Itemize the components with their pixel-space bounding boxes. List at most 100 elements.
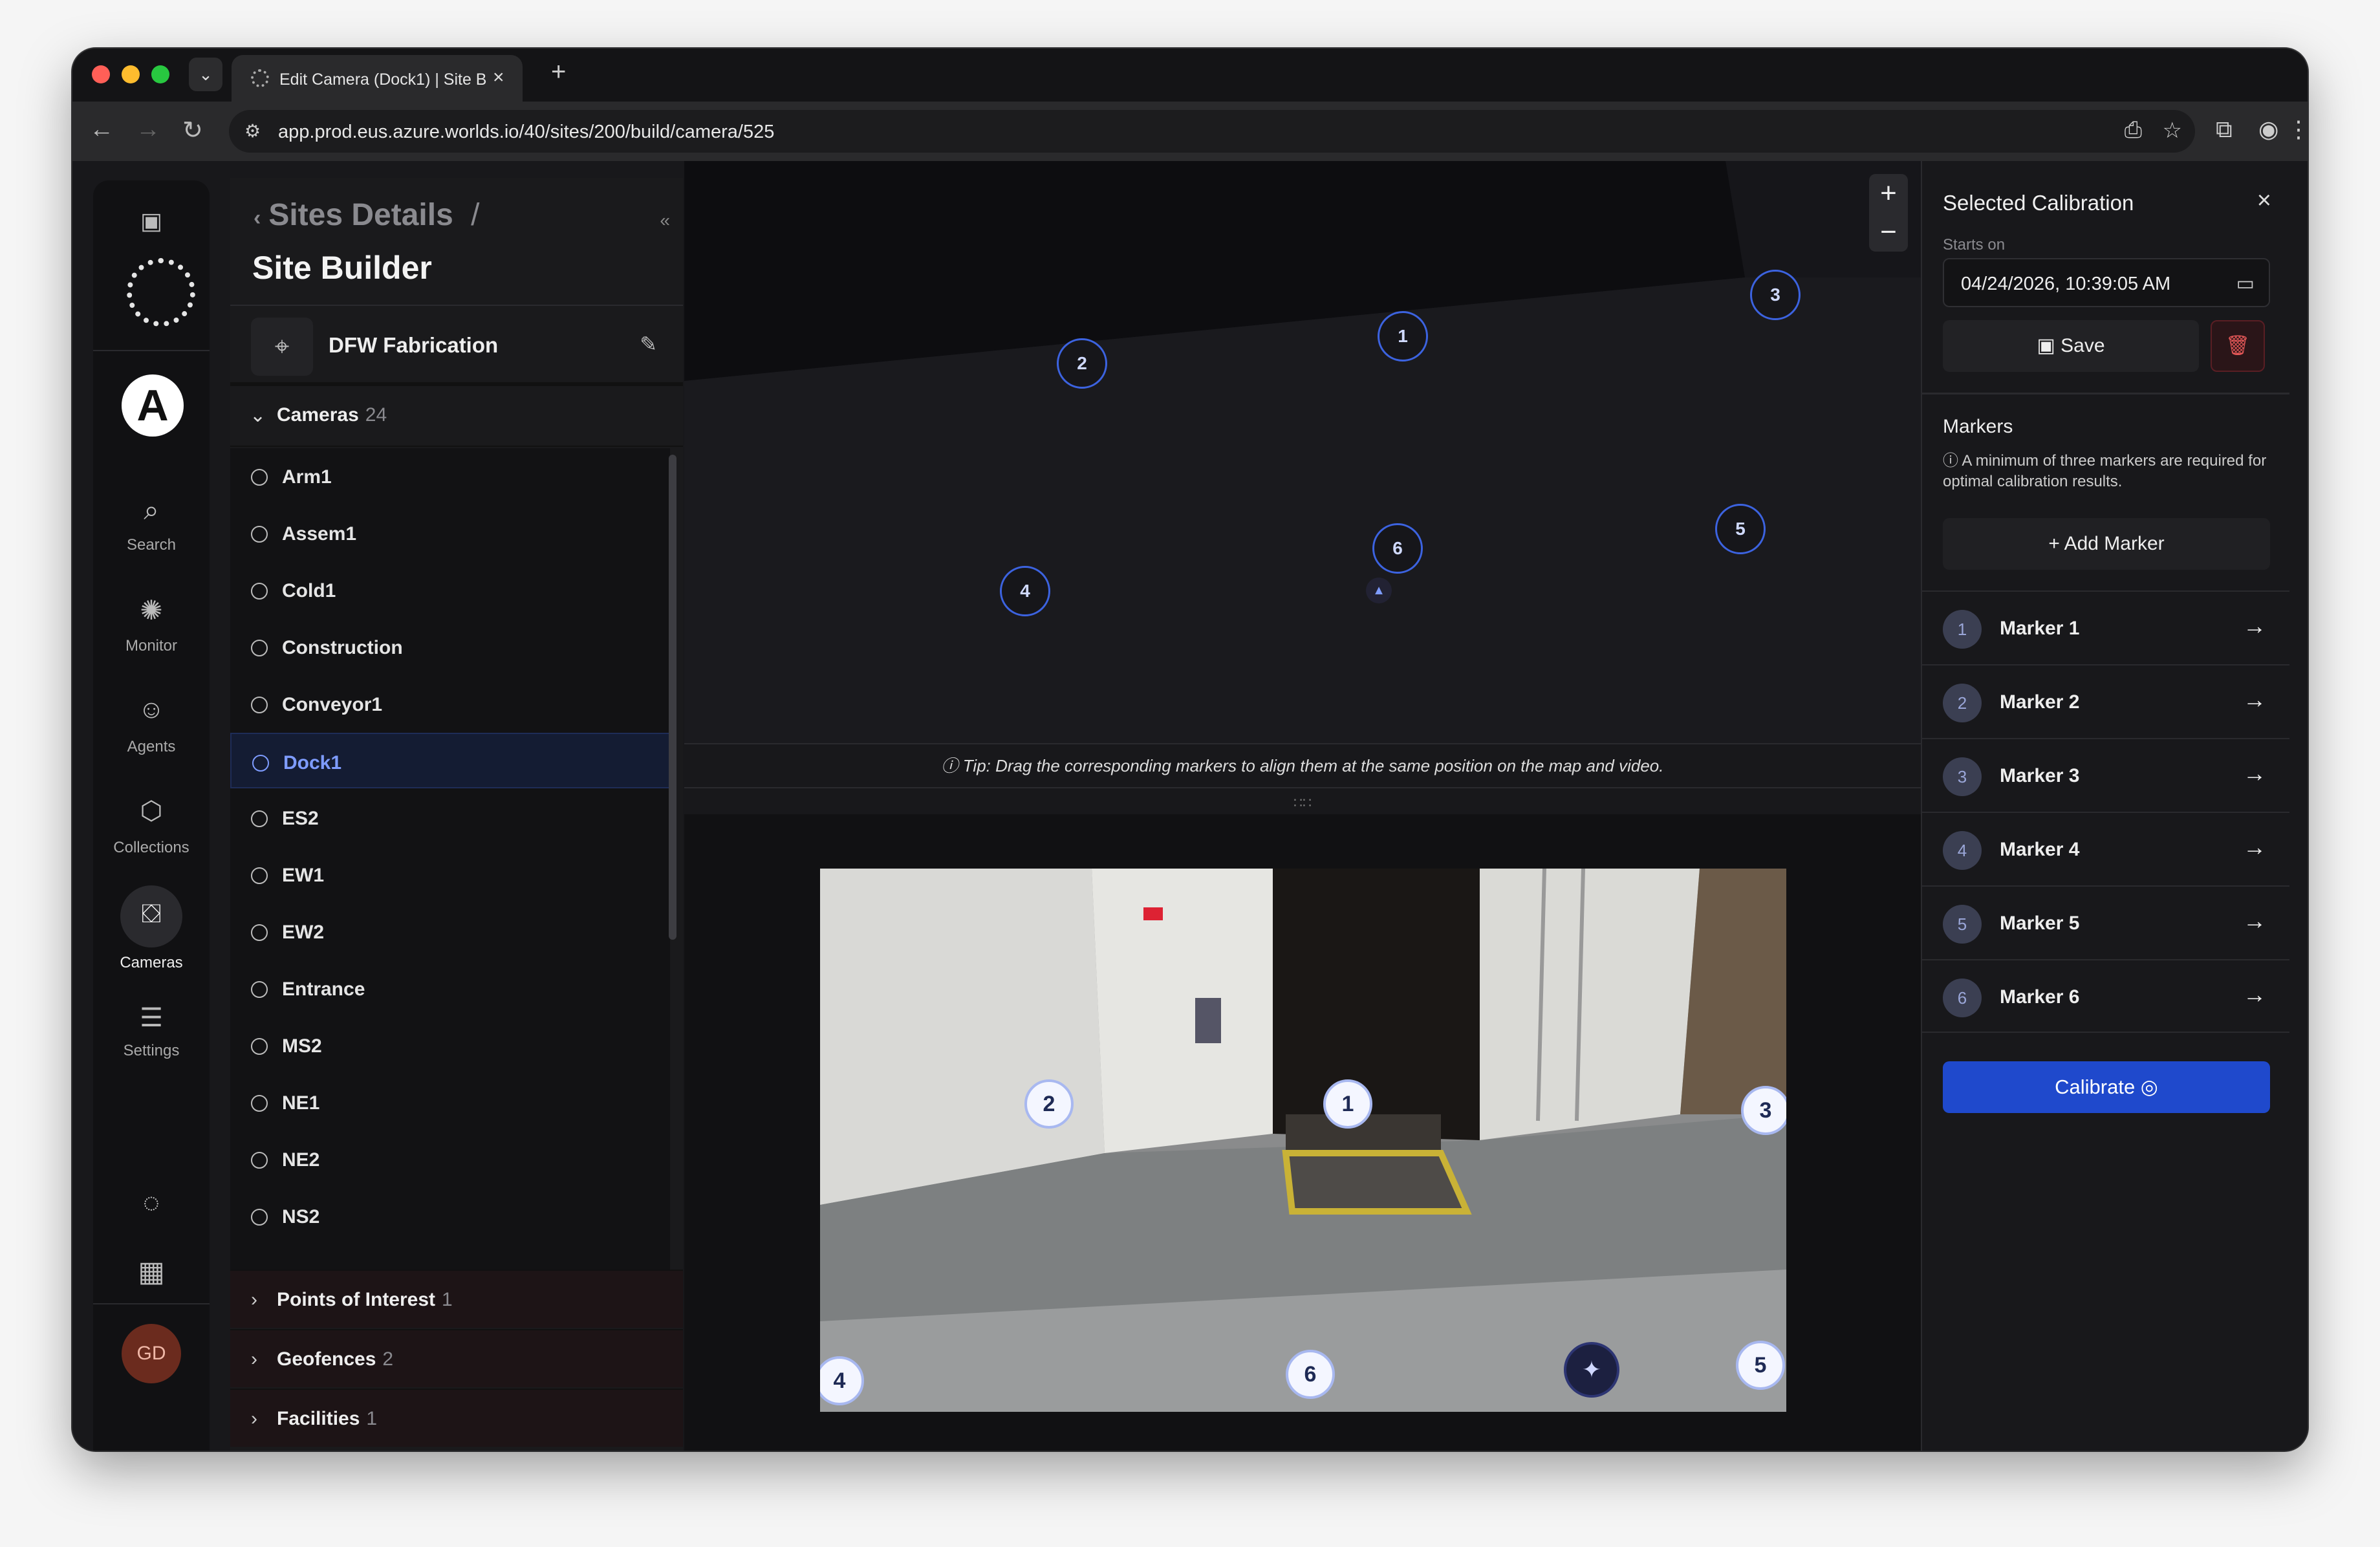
site-settings-icon[interactable]: ⚙ (244, 120, 261, 142)
arrow-right-icon[interactable]: → (2243, 612, 2266, 640)
loading-icon[interactable]: ◌ (93, 1187, 210, 1219)
camera-name: Entrance (282, 979, 365, 1000)
marker-row[interactable]: 2 Marker 2 → (1922, 664, 2289, 738)
user-avatar[interactable]: GD (122, 1324, 181, 1383)
reload-icon[interactable]: ↻ (182, 116, 203, 145)
map-marker-1[interactable]: 1 (1378, 311, 1428, 362)
ai-assistant-button[interactable]: ✦ (1564, 1342, 1619, 1398)
rail-label-collections[interactable]: Collections (93, 839, 210, 857)
arrow-right-icon[interactable]: → (2243, 686, 2266, 713)
resize-handle[interactable]: ∷∷ (684, 795, 1921, 812)
tab-search-button[interactable]: ⌄ (189, 58, 222, 91)
starts-on-datetime-input[interactable]: 04/24/2026, 10:39:05 AM ▭ (1943, 258, 2270, 307)
section-count: 1 (366, 1408, 378, 1429)
bookmark-star-icon[interactable]: ☆ (2163, 118, 2182, 144)
camera-item[interactable]: NE1 (230, 1074, 670, 1130)
profile-icon[interactable]: ◉ (2258, 116, 2278, 143)
calibrate-button[interactable]: Calibrate ◎ (1943, 1061, 2270, 1113)
tip-text: Tip: Drag the corresponding markers to a… (962, 756, 1664, 775)
camera-item[interactable]: Arm1 (230, 448, 670, 504)
map-marker-6[interactable]: 6 (1372, 523, 1423, 574)
camera-item[interactable]: EW1 (230, 847, 670, 902)
building-icon[interactable]: ▦ (93, 1255, 210, 1288)
map-view[interactable]: + − 1 2 3 4 5 6 ▲ (684, 161, 1921, 743)
marker-row[interactable]: 1 Marker 1 → (1922, 590, 2289, 664)
zoom-out-button[interactable]: − (1869, 213, 1908, 252)
marker-row[interactable]: 5 Marker 5 → (1922, 885, 2289, 959)
browser-tab[interactable]: Edit Camera (Dock1) | Site Bu × (232, 55, 523, 102)
cube-icon[interactable]: ⬡ (93, 796, 210, 826)
arrow-right-icon[interactable]: → (2243, 981, 2266, 1008)
close-window-button[interactable] (92, 65, 110, 83)
camera-item[interactable]: MS2 (230, 1017, 670, 1073)
camera-position-icon[interactable]: ▲ (1366, 578, 1392, 603)
robot-icon[interactable]: ☺ (93, 695, 210, 724)
map-marker-5[interactable]: 5 (1715, 504, 1766, 554)
video-marker-3[interactable]: 3 (1741, 1086, 1786, 1135)
org-logo-icon[interactable]: A (122, 374, 184, 437)
browser-menu-icon[interactable]: ⋮ (2287, 116, 2308, 143)
camera-item-selected[interactable]: Dock1 (230, 733, 670, 788)
marker-row[interactable]: 4 Marker 4 → (1922, 812, 2289, 885)
camera-item[interactable]: Entrance (230, 960, 670, 1016)
breadcrumb-sites-details[interactable]: Sites Details (268, 198, 453, 232)
arrow-right-icon[interactable]: → (2243, 907, 2266, 935)
video-marker-6[interactable]: 6 (1286, 1350, 1335, 1399)
camera-item[interactable]: NE2 (230, 1131, 670, 1187)
delete-calibration-button[interactable]: 🗑 (2211, 320, 2265, 372)
minimize-window-button[interactable] (122, 65, 140, 83)
camera-item[interactable]: Assem1 (230, 505, 670, 561)
site-selector[interactable]: ⌖ DFW Fabrication ✎ (230, 305, 683, 386)
camera-item[interactable]: Conveyor1 (230, 676, 670, 731)
map-marker-2[interactable]: 2 (1057, 338, 1107, 389)
search-icon[interactable]: ⌕ (93, 495, 210, 526)
camera-item[interactable]: Cold1 (230, 562, 670, 618)
camera-list-scrollbar[interactable] (669, 455, 676, 940)
toggle-sidebar-icon[interactable]: ▣ (93, 208, 210, 235)
camera-icon[interactable]: ⛋ (93, 900, 210, 929)
rail-label-settings[interactable]: Settings (93, 1042, 210, 1060)
close-tab-icon[interactable]: × (493, 67, 504, 89)
map-marker-4[interactable]: 4 (1000, 566, 1050, 616)
video-marker-2[interactable]: 2 (1024, 1079, 1074, 1129)
maximize-window-button[interactable] (151, 65, 169, 83)
install-app-icon[interactable]: ⎙ (2125, 118, 2142, 143)
video-marker-5[interactable]: 5 (1736, 1341, 1785, 1390)
arrow-right-icon[interactable]: → (2243, 834, 2266, 861)
points-of-interest-section[interactable]: › Points of Interest 1 (230, 1270, 683, 1328)
camera-item[interactable]: EW2 (230, 903, 670, 959)
rail-label-agents[interactable]: Agents (93, 738, 210, 756)
monitor-icon[interactable]: ✺ (93, 594, 210, 626)
geofences-section[interactable]: › Geofences 2 (230, 1329, 683, 1387)
rail-label-cameras[interactable]: Cameras (93, 954, 210, 972)
camera-item[interactable]: NS2 (230, 1188, 670, 1244)
arrow-right-icon[interactable]: → (2243, 760, 2266, 787)
rail-label-search[interactable]: Search (93, 536, 210, 554)
marker-row[interactable]: 6 Marker 6 → (1922, 959, 2289, 1033)
camera-video-frame[interactable]: 1 2 3 4 5 6 (820, 869, 1786, 1412)
cameras-section-header[interactable]: ⌄ Cameras 24 (230, 386, 683, 447)
back-icon[interactable]: ← (89, 116, 114, 144)
camera-item[interactable]: ES2 (230, 790, 670, 845)
new-tab-button[interactable]: + (551, 58, 566, 87)
camera-item[interactable]: Construction (230, 619, 670, 675)
video-marker-1[interactable]: 1 (1323, 1079, 1372, 1129)
map-marker-3[interactable]: 3 (1750, 270, 1801, 320)
rail-label-monitor[interactable]: Monitor (93, 637, 210, 655)
edit-site-icon[interactable]: ✎ (640, 332, 657, 356)
collapse-panel-icon[interactable]: « (660, 210, 670, 231)
camera-name: EW2 (282, 922, 325, 943)
calendar-icon[interactable]: ▭ (2236, 272, 2255, 295)
zoom-in-button[interactable]: + (1869, 174, 1908, 213)
close-icon[interactable]: × (2257, 187, 2271, 215)
breadcrumb[interactable]: ‹ Sites Details / (254, 197, 479, 233)
facilities-section[interactable]: › Facilities 1 (230, 1389, 683, 1447)
target-icon: ◎ (2135, 1076, 2158, 1098)
forward-icon[interactable]: → (136, 116, 160, 144)
sliders-icon[interactable]: ☰ (93, 1003, 210, 1033)
save-button[interactable]: ▣ Save (1943, 320, 2199, 372)
address-bar[interactable]: ⚙ app.prod.eus.azure.worlds.io/40/sites/… (229, 110, 2195, 153)
extensions-icon[interactable]: ⧉ (2216, 116, 2233, 144)
marker-row[interactable]: 3 Marker 3 → (1922, 738, 2289, 812)
add-marker-button[interactable]: + Add Marker (1943, 518, 2270, 570)
